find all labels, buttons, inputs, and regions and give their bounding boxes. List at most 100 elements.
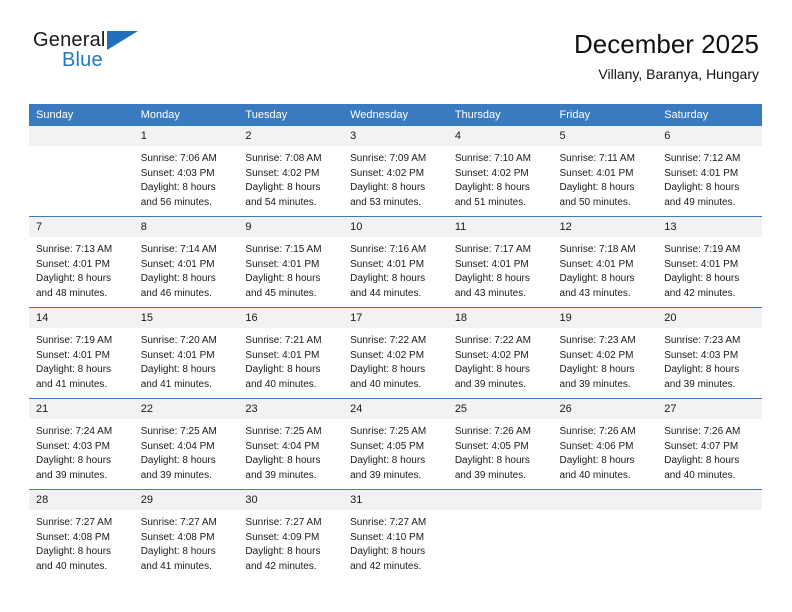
calendar-day-cell[interactable]: 28 Sunrise: 7:27 AM Sunset: 4:08 PM Dayligh…	[29, 489, 134, 580]
day-details: Sunrise: 7:15 AM Sunset: 4:01 PM Daylight:…	[238, 237, 343, 301]
day-details: Sunrise: 7:23 AM Sunset: 4:03 PM Daylight:…	[657, 328, 762, 392]
daylight-text-line2: and 45 minutes.	[245, 287, 317, 299]
calendar-day-cell[interactable]: 30 Sunrise: 7:27 AM Sunset: 4:09 PM Dayligh…	[238, 489, 344, 580]
calendar-day-cell[interactable]: 24 Sunrise: 7:25 AM Sunset: 4:05 PM Dayligh…	[343, 398, 448, 490]
sunrise-text: Sunrise: 7:16 AM	[350, 244, 427, 255]
day-number: 2	[238, 126, 344, 146]
calendar-day-cell[interactable]: 9 Sunrise: 7:15 AM Sunset: 4:01 PM Daylight…	[238, 216, 344, 308]
day-details: Sunrise: 7:16 AM Sunset: 4:01 PM Daylight:…	[343, 237, 448, 301]
calendar-day-cell[interactable]: 4 Sunrise: 7:10 AM Sunset: 4:02 PM Daylight…	[447, 126, 553, 217]
day-number: 15	[133, 308, 239, 328]
calendar-day-cell[interactable]: 11 Sunrise: 7:17 AM Sunset: 4:01 PM Dayligh…	[447, 216, 553, 308]
day-details: Sunrise: 7:27 AM Sunset: 4:09 PM Daylight:…	[238, 510, 343, 574]
day-details: Sunrise: 7:27 AM Sunset: 4:08 PM Daylight:…	[29, 510, 134, 574]
daylight-text-line2: and 39 minutes.	[36, 469, 108, 481]
calendar-day-cell[interactable]: 17 Sunrise: 7:22 AM Sunset: 4:02 PM Dayligh…	[343, 307, 448, 399]
daylight-text-line1: Daylight: 8 hours	[664, 182, 740, 193]
sunrise-text: Sunrise: 7:27 AM	[140, 517, 217, 528]
title-block: December 2025 Villany, Baranya, Hungary	[574, 28, 759, 85]
day-number: 10	[343, 217, 448, 237]
daylight-text-line2: and 48 minutes.	[36, 287, 108, 299]
calendar-day-cell[interactable]: 16 Sunrise: 7:21 AM Sunset: 4:01 PM Dayligh…	[238, 307, 344, 399]
day-number: 28	[29, 490, 134, 510]
calendar-day-cell[interactable]: 23 Sunrise: 7:25 AM Sunset: 4:04 PM Dayligh…	[238, 398, 344, 490]
sunset-text: Sunset: 4:01 PM	[454, 258, 529, 270]
calendar-day-cell[interactable]: 29 Sunrise: 7:27 AM Sunset: 4:08 PM Dayligh…	[133, 489, 239, 580]
calendar-day-cell[interactable]: 21 Sunrise: 7:24 AM Sunset: 4:03 PM Dayligh…	[29, 398, 134, 490]
daylight-text-line1: Daylight: 8 hours	[140, 182, 216, 193]
calendar-day-cell[interactable]: 3 Sunrise: 7:09 AM Sunset: 4:02 PM Daylight…	[343, 126, 448, 217]
calendar-week-row: 7 Sunrise: 7:13 AM Sunset: 4:01 PM Daylight…	[29, 216, 762, 308]
day-number: 11	[447, 217, 553, 237]
sunset-text: Sunset: 4:03 PM	[36, 440, 110, 452]
sunrise-text: Sunrise: 7:24 AM	[36, 426, 113, 437]
day-details: Sunrise: 7:09 AM Sunset: 4:02 PM Daylight:…	[343, 146, 448, 210]
calendar-day-cell[interactable]: 6 Sunrise: 7:12 AM Sunset: 4:01 PM Daylight…	[657, 126, 762, 217]
calendar-day-cell[interactable]: 15 Sunrise: 7:20 AM Sunset: 4:01 PM Dayligh…	[133, 307, 239, 399]
sunrise-text: Sunrise: 7:17 AM	[454, 244, 531, 255]
daylight-text-line2: and 40 minutes.	[559, 469, 631, 481]
sunset-text: Sunset: 4:01 PM	[350, 258, 425, 270]
sunrise-text: Sunrise: 7:08 AM	[245, 153, 322, 164]
day-details: Sunrise: 7:26 AM Sunset: 4:06 PM Daylight:…	[553, 419, 658, 483]
calendar-day-cell[interactable]: 31 Sunrise: 7:27 AM Sunset: 4:10 PM Dayligh…	[343, 489, 448, 580]
day-number: 17	[343, 308, 448, 328]
calendar-day-cell[interactable]: 2 Sunrise: 7:08 AM Sunset: 4:02 PM Daylight…	[238, 126, 344, 217]
brand-logo-top-row: General	[33, 28, 293, 52]
day-details: Sunrise: 7:19 AM Sunset: 4:01 PM Daylight:…	[657, 237, 762, 301]
calendar-day-cell[interactable]: 8 Sunrise: 7:14 AM Sunset: 4:01 PM Daylight…	[133, 216, 239, 308]
brand-name-general: General	[33, 29, 106, 51]
daylight-text-line1: Daylight: 8 hours	[454, 182, 530, 193]
calendar-day-cell[interactable]: 19 Sunrise: 7:23 AM Sunset: 4:02 PM Dayligh…	[552, 307, 658, 399]
daylight-text-line2: and 41 minutes.	[36, 378, 108, 390]
day-number: 30	[238, 490, 344, 510]
daylight-text-line1: Daylight: 8 hours	[245, 546, 321, 557]
calendar-day-cell[interactable]: 7 Sunrise: 7:13 AM Sunset: 4:01 PM Daylight…	[29, 216, 134, 308]
daylight-text-line2: and 39 minutes.	[454, 469, 526, 481]
sunrise-text: Sunrise: 7:27 AM	[36, 517, 113, 528]
calendar-day-cell[interactable]: 25 Sunrise: 7:26 AM Sunset: 4:05 PM Dayligh…	[447, 398, 553, 490]
daylight-text-line1: Daylight: 8 hours	[350, 364, 426, 375]
sunset-text: Sunset: 4:01 PM	[36, 349, 110, 361]
daylight-text-line1: Daylight: 8 hours	[350, 182, 426, 193]
calendar-week-row: 1 Sunrise: 7:06 AM Sunset: 4:03 PM Daylight…	[29, 126, 762, 217]
calendar-day-cell[interactable]: 12 Sunrise: 7:18 AM Sunset: 4:01 PM Dayligh…	[552, 216, 658, 308]
day-details: Sunrise: 7:13 AM Sunset: 4:01 PM Daylight:…	[29, 237, 134, 301]
day-details: Sunrise: 7:10 AM Sunset: 4:02 PM Daylight:…	[448, 146, 553, 210]
daylight-text-line1: Daylight: 8 hours	[559, 455, 635, 466]
calendar-day-cell[interactable]: 27 Sunrise: 7:26 AM Sunset: 4:07 PM Dayligh…	[657, 398, 762, 490]
day-number	[29, 126, 134, 146]
calendar-day-cell[interactable]: 10 Sunrise: 7:16 AM Sunset: 4:01 PM Dayligh…	[343, 216, 448, 308]
sunset-text: Sunset: 4:04 PM	[140, 440, 215, 452]
daylight-text-line1: Daylight: 8 hours	[140, 364, 216, 375]
calendar-day-cell[interactable]: 1 Sunrise: 7:06 AM Sunset: 4:03 PM Daylight…	[133, 126, 239, 217]
daylight-text-line2: and 39 minutes.	[559, 378, 631, 390]
daylight-text-line1: Daylight: 8 hours	[664, 364, 740, 375]
calendar-day-cell[interactable]: 26 Sunrise: 7:26 AM Sunset: 4:06 PM Dayligh…	[552, 398, 658, 490]
daylight-text-line2: and 41 minutes.	[140, 378, 212, 390]
calendar-week-row: 28 Sunrise: 7:27 AM Sunset: 4:08 PM Dayligh…	[29, 489, 762, 580]
calendar-day-cell[interactable]: 5 Sunrise: 7:11 AM Sunset: 4:01 PM Daylight…	[552, 126, 658, 217]
day-details: Sunrise: 7:22 AM Sunset: 4:02 PM Daylight:…	[448, 328, 553, 392]
brand-logo[interactable]: General Blue	[33, 28, 293, 72]
calendar-day-cell[interactable]: 20 Sunrise: 7:23 AM Sunset: 4:03 PM Dayligh…	[657, 307, 762, 399]
sunset-text: Sunset: 4:01 PM	[245, 258, 320, 270]
sunset-text: Sunset: 4:08 PM	[140, 531, 215, 543]
daylight-text-line1: Daylight: 8 hours	[36, 455, 112, 466]
calendar-day-cell[interactable]: 22 Sunrise: 7:25 AM Sunset: 4:04 PM Dayligh…	[133, 398, 239, 490]
weekday-header-tuesday: Tuesday	[238, 104, 344, 126]
day-details: Sunrise: 7:11 AM Sunset: 4:01 PM Daylight:…	[553, 146, 658, 210]
daylight-text-line2: and 39 minutes.	[350, 469, 422, 481]
weekday-header-sunday: Sunday	[29, 104, 134, 126]
day-details: Sunrise: 7:23 AM Sunset: 4:02 PM Daylight:…	[553, 328, 658, 392]
sunrise-text: Sunrise: 7:25 AM	[245, 426, 322, 437]
calendar-day-cell[interactable]: 18 Sunrise: 7:22 AM Sunset: 4:02 PM Dayligh…	[447, 307, 553, 399]
calendar-day-cell[interactable]: 14 Sunrise: 7:19 AM Sunset: 4:01 PM Dayligh…	[29, 307, 134, 399]
sunset-text: Sunset: 4:09 PM	[245, 531, 320, 543]
calendar-day-cell[interactable]: 13 Sunrise: 7:19 AM Sunset: 4:01 PM Dayligh…	[657, 216, 762, 308]
calendar-grid: Sunday Monday Tuesday Wednesday Thursday…	[29, 104, 762, 580]
sunset-text: Sunset: 4:08 PM	[36, 531, 110, 543]
daylight-text-line2: and 56 minutes.	[140, 196, 212, 208]
sunset-text: Sunset: 4:01 PM	[664, 258, 739, 270]
daylight-text-line2: and 54 minutes.	[245, 196, 317, 208]
